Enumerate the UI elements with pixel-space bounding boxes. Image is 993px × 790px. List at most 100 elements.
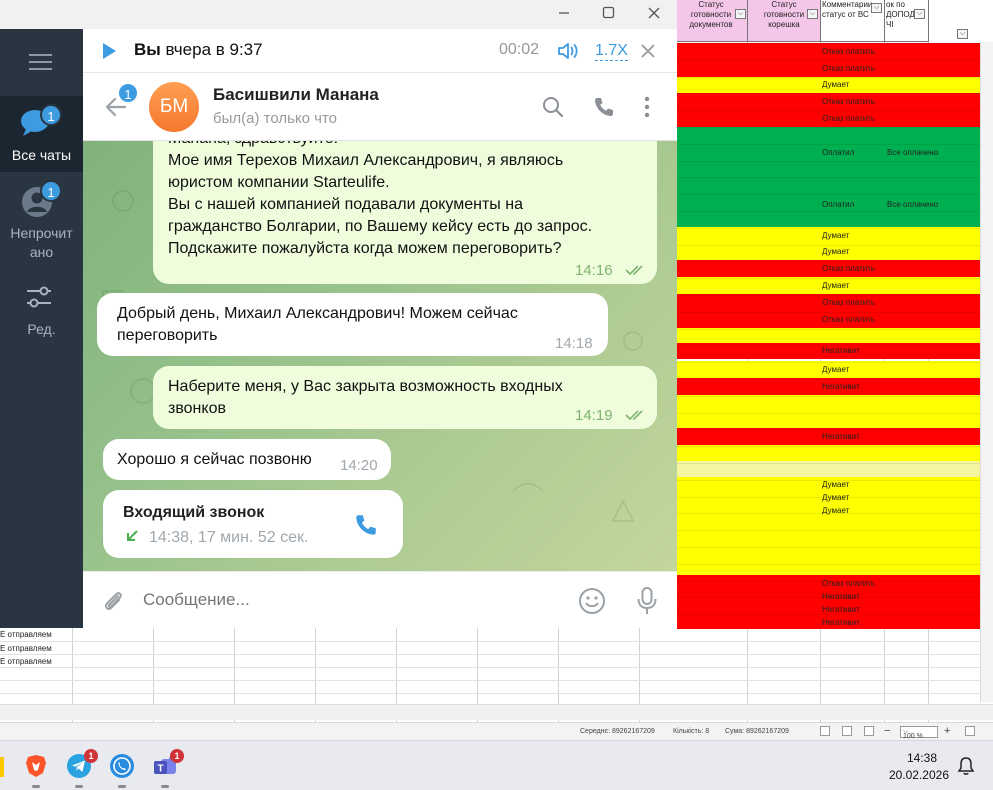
filter-dropdown-icon[interactable]: ⌵ [807,9,818,19]
message-input[interactable] [143,586,563,614]
comment-cell[interactable]: Оплатил [822,200,885,210]
comment-cell[interactable]: Думает [822,281,885,291]
normal-view-icon[interactable] [820,726,830,736]
grid-line [677,329,980,330]
spreadsheet-row[interactable]: Негативит [677,428,980,445]
comment-cell[interactable]: Отказ платить [822,47,885,57]
voice-record-button[interactable] [634,585,660,617]
taskbar-app-brave[interactable] [23,753,49,788]
comment-cell[interactable]: Негативит [822,382,885,392]
maximize-button[interactable] [585,0,631,29]
extra-cell[interactable]: Все оплачено [887,148,938,158]
folder-all-chats[interactable]: 1 Все чаты [0,96,83,172]
column-header-docs-status[interactable]: Статус готовности документов [677,0,748,42]
taskbar-app-teams[interactable]: T 1 [152,749,184,788]
spreadsheet-row[interactable]: Думает [677,277,980,294]
filter-dropdown-icon[interactable]: ⌵ [871,3,882,13]
spreadsheet-row[interactable]: Думает [677,503,980,519]
spreadsheet-row[interactable]: Думает [677,227,980,244]
spreadsheet-row[interactable]: Отказ платить [677,260,980,277]
search-button[interactable] [541,95,565,119]
fit-to-window-icon[interactable] [965,726,975,736]
column-header-extra[interactable]: ок по ДОПОДА ЧІ [885,0,929,42]
comment-cell[interactable]: Думает [822,365,885,375]
window-titlebar[interactable] [0,0,677,29]
volume-button[interactable] [556,40,580,62]
filter-dropdown-icon[interactable]: ⌵ [735,9,746,19]
message-bubble-incoming[interactable]: Добрый день, Михаил Александрович! Можем… [97,293,608,356]
comment-cell[interactable]: Негативит [822,605,885,615]
comment-cell[interactable]: Отказ платить [822,264,885,274]
call-back-button[interactable] [353,512,379,538]
call-button[interactable] [592,95,616,119]
play-button[interactable] [99,41,119,61]
column-header-spine-status[interactable]: Статус готовности корешка [748,0,821,42]
horizontal-scrollbar[interactable] [0,704,993,720]
comment-cell[interactable]: Оплатил [822,148,885,158]
clock-time[interactable]: 14:38 [907,751,937,765]
zoom-plus-icon[interactable]: + [944,725,950,737]
spreadsheet-row[interactable]: Негативит [677,378,980,395]
taskbar-app-viber[interactable] [109,753,135,788]
spreadsheet-row[interactable]: Отказ платить [677,294,980,311]
comment-cell[interactable]: Думает [822,506,885,516]
comment-cell[interactable]: Думает [822,80,885,90]
clock-date[interactable]: 20.02.2026 [889,768,949,782]
chat-title[interactable]: Басишвили Манана [213,85,379,105]
page-layout-icon[interactable] [842,726,852,736]
folder-unread[interactable]: 1 Непрочит ано [0,174,83,260]
minimize-button[interactable] [541,0,587,29]
zoom-select[interactable]: 100 % ⌵ [900,726,938,740]
edit-folders-button[interactable]: Ред. [0,274,83,350]
spreadsheet-cell[interactable]: Е отправляем [0,644,52,654]
comment-cell[interactable]: Думает [822,493,885,503]
message-list[interactable]: Манана, здравствуйте! Мое имя Терехов Ми… [83,141,677,571]
spreadsheet-row[interactable]: Оплатил Все оплачено [677,127,980,179]
more-options-button[interactable] [639,95,655,119]
taskbar-app-telegram[interactable]: 1 [66,749,98,788]
spreadsheet-row[interactable]: Отказ платить [677,43,980,60]
spreadsheet-row[interactable]: Отказ платить [677,60,980,77]
comment-cell[interactable]: Негативит [822,618,885,628]
main-menu-button[interactable] [24,51,58,73]
spreadsheet-row[interactable]: Оплатил Все оплачено [677,179,980,231]
page-break-icon[interactable] [864,726,874,736]
comment-cell[interactable]: Отказ платить [822,64,885,74]
chat-avatar[interactable]: БМ [149,82,199,132]
comment-cell[interactable]: Отказ платить [822,298,885,308]
call-message-card[interactable]: Входящий звонок 14:38, 17 мин. 52 сек. [103,490,403,558]
filter-dropdown-icon[interactable]: ⌵ [914,9,925,19]
spreadsheet-row[interactable]: Думает [677,244,980,260]
spreadsheet-row[interactable]: Думает [677,361,980,378]
spreadsheet-row[interactable]: Отказ платить [677,110,980,127]
close-window-button[interactable] [631,0,677,29]
close-player-button[interactable] [639,42,657,60]
comment-cell[interactable]: Отказ платить [822,315,885,325]
message-bubble-outgoing[interactable]: Наберите меня, у Вас закрыта возможность… [153,366,657,429]
notification-bell-icon[interactable] [956,755,976,777]
emoji-button[interactable] [577,586,607,616]
spreadsheet-row[interactable]: Негативит [677,616,980,629]
message-bubble-outgoing[interactable]: Манана, здравствуйте! Мое имя Терехов Ми… [153,141,657,284]
comment-cell[interactable]: Отказ платить [822,114,885,124]
comment-cell[interactable]: Думает [822,231,885,241]
comment-cell[interactable]: Негативит [822,432,885,442]
spreadsheet-cell[interactable]: Е отправляем [0,657,52,667]
vertical-scrollbar[interactable] [980,42,993,702]
playback-speed-button[interactable]: 1.7X [595,41,628,61]
spreadsheet-row[interactable]: Думает [677,77,980,93]
spreadsheet-row[interactable]: Отказ платить [677,93,980,110]
player-track-info[interactable]: Вы вчера в 9:37 [134,40,263,60]
zoom-minus-icon[interactable]: − [884,725,890,737]
extra-cell[interactable]: Все оплачено [887,200,938,210]
comment-cell[interactable]: Отказ платить [822,579,885,589]
comment-cell[interactable]: Негативит [822,346,885,356]
attach-button[interactable] [99,587,127,615]
comment-cell[interactable]: Думает [822,480,885,490]
comment-cell[interactable]: Отказ платить [822,97,885,107]
message-bubble-incoming[interactable]: Хорошо я сейчас позвоню 14:20 [103,439,391,480]
comment-cell[interactable]: Думает [822,247,885,257]
spreadsheet-cell[interactable]: Е отправляем [0,630,52,640]
filter-dropdown-icon[interactable]: ⌵ [957,29,968,39]
spreadsheet-row[interactable]: Отказ платить [677,311,980,328]
